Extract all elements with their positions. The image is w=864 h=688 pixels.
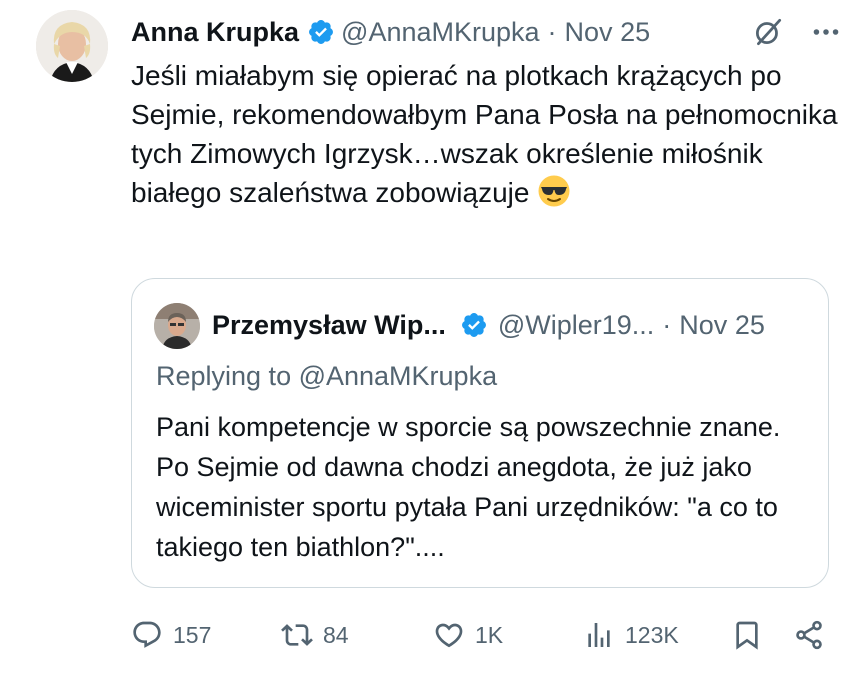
bookmark-button[interactable] <box>731 612 763 658</box>
grok-icon[interactable] <box>750 14 786 50</box>
replying-to-label[interactable]: Replying to @AnnaMKrupka <box>156 361 497 392</box>
more-icon[interactable] <box>808 14 844 50</box>
views-button[interactable]: 123K <box>583 612 679 658</box>
separator-dot: · <box>547 16 557 47</box>
sunglasses-emoji-icon <box>537 174 571 208</box>
reply-icon <box>133 621 161 648</box>
tweet[interactable]: Anna Krupka @AnnaMKrupka · Nov 25 Jeśli … <box>0 0 864 688</box>
author-avatar[interactable] <box>36 10 108 82</box>
repost-button[interactable]: 84 <box>281 612 349 658</box>
share-button[interactable] <box>793 612 825 658</box>
quoted-tweet-date[interactable]: Nov 25 <box>679 310 765 341</box>
views-count: 123K <box>625 621 679 648</box>
like-count: 1K <box>475 621 504 648</box>
reply-button[interactable]: 157 <box>131 612 211 658</box>
like-icon <box>435 623 463 648</box>
quoted-tweet-header: Przemysław Wip... @Wipler19... · Nov 25 <box>212 305 808 345</box>
repost-count: 84 <box>323 621 349 648</box>
tweet-text: Jeśli miałabym się opierać na plotkach k… <box>131 56 841 212</box>
action-bar: 157 84 1K 123K <box>131 612 831 658</box>
quoted-author-handle[interactable]: @Wipler19... <box>498 310 654 341</box>
repost-icon <box>281 624 313 646</box>
like-button[interactable]: 1K <box>433 612 503 658</box>
verified-badge-icon[interactable] <box>460 311 488 339</box>
author-handle[interactable]: @AnnaMKrupka <box>341 17 540 48</box>
tweet-header: Anna Krupka @AnnaMKrupka · Nov 25 <box>131 12 844 52</box>
views-icon <box>588 623 610 647</box>
author-name[interactable]: Anna Krupka <box>131 17 299 48</box>
share-icon <box>796 620 822 650</box>
quoted-tweet-text: Pani kompetencje w sporcie są powszechni… <box>156 412 781 562</box>
quoted-author-name[interactable]: Przemysław Wip... <box>212 310 446 341</box>
reply-count: 157 <box>173 621 212 648</box>
quoted-tweet[interactable]: Przemysław Wip... @Wipler19... · Nov 25 … <box>131 278 829 588</box>
tweet-date[interactable]: Nov 25 <box>565 17 651 48</box>
separator-dot: · <box>662 309 672 340</box>
tweet-text-content: Jeśli miałabym się opierać na plotkach k… <box>131 60 838 208</box>
quoted-author-avatar[interactable] <box>154 303 200 349</box>
bookmark-icon <box>736 621 758 650</box>
verified-badge-icon[interactable] <box>307 18 335 46</box>
